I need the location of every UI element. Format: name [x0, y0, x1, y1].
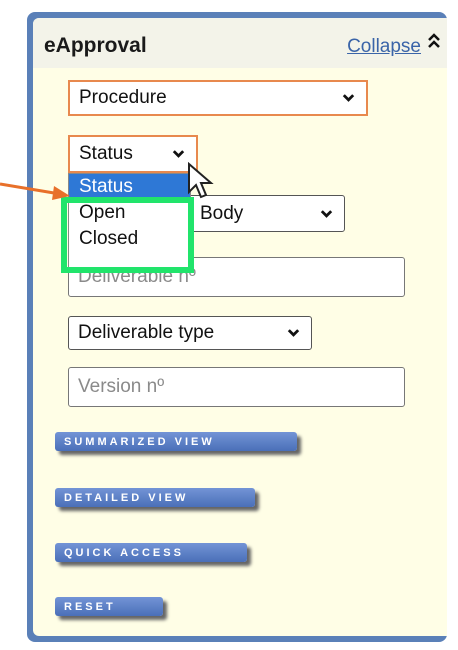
- version-no-placeholder: Version nº: [78, 376, 165, 397]
- procedure-select-value: Procedure: [79, 87, 167, 108]
- deliverable-type-select[interactable]: Deliverable type: [68, 316, 312, 350]
- panel-header: eApproval Collapse: [33, 18, 447, 68]
- procedure-select[interactable]: Procedure: [68, 80, 368, 116]
- chevron-down-icon: [320, 209, 333, 218]
- panel-title: eApproval: [44, 34, 147, 57]
- annotation-arrow-icon: [0, 182, 70, 200]
- chevron-down-icon: [287, 329, 300, 337]
- body-select-value: Body: [200, 202, 244, 224]
- double-chevron-up-icon[interactable]: [427, 32, 441, 55]
- status-select-value: Status: [79, 143, 133, 164]
- status-select[interactable]: Status: [68, 135, 198, 173]
- highlight-box: [61, 197, 194, 273]
- deliverable-type-value: Deliverable type: [78, 322, 215, 343]
- reset-button[interactable]: RESET: [55, 597, 163, 616]
- mouse-cursor-icon: [188, 162, 214, 199]
- detailed-view-button[interactable]: DETAILED VIEW: [55, 488, 255, 507]
- summarized-view-button[interactable]: SUMMARIZED VIEW: [55, 432, 297, 451]
- chevron-down-icon: [342, 94, 355, 102]
- collapse-link[interactable]: Collapse: [347, 36, 421, 58]
- version-no-input[interactable]: Version nº: [68, 367, 405, 407]
- chevron-down-icon: [172, 150, 185, 158]
- quick-access-button[interactable]: QUICK ACCESS: [55, 543, 247, 562]
